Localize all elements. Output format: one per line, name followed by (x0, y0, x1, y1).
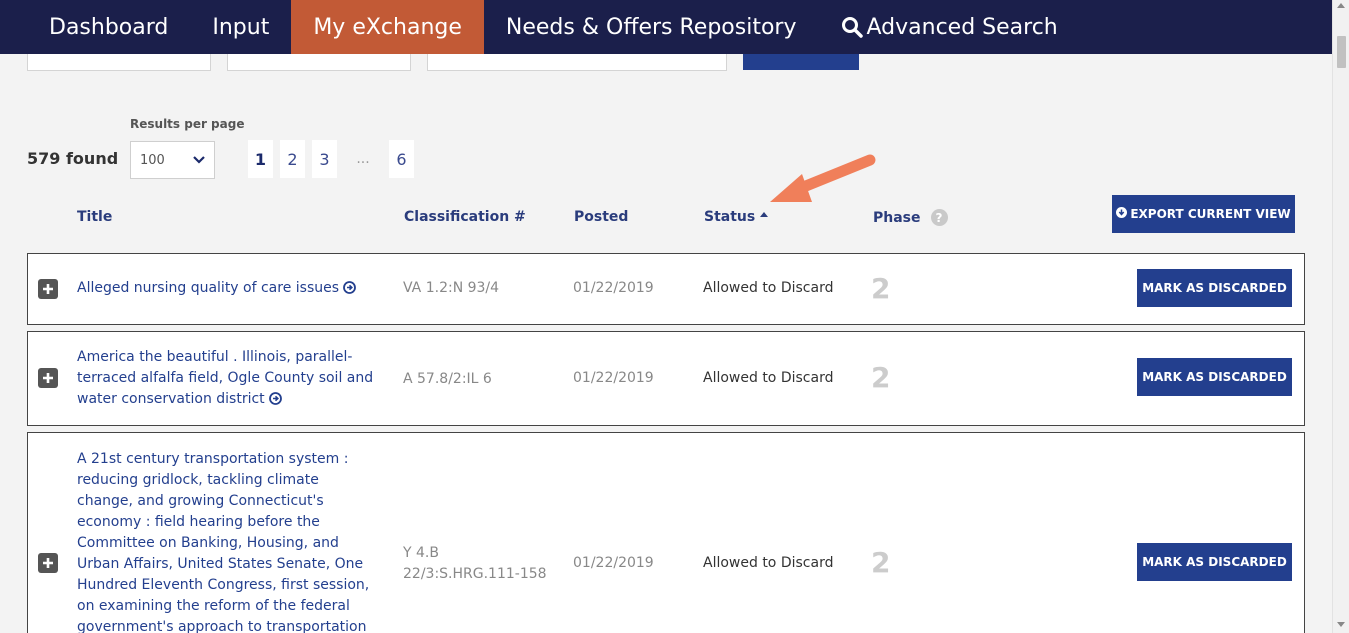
row-posted-date: 01/22/2019 (573, 555, 654, 571)
nav-dashboard[interactable]: Dashboard (0, 0, 190, 54)
row-classification: Y 4.B 22/3:S.HRG.111-158 (403, 545, 547, 582)
nav-advanced-search-label: Advanced Search (866, 14, 1058, 40)
column-header-status-label: Status (704, 209, 756, 225)
row-phase: 2 (871, 272, 891, 305)
mark-as-discarded-button[interactable]: MARK AS DISCARDED (1137, 543, 1292, 581)
row-title-link[interactable]: A 21st century transportation system : r… (77, 449, 377, 633)
page-1[interactable]: 1 (248, 140, 273, 178)
scrollbar-thumb[interactable] (1337, 36, 1346, 68)
row-status: Allowed to Discard (703, 555, 834, 571)
row-posted-date: 01/22/2019 (573, 280, 654, 296)
results-per-page-select[interactable]: 100 (130, 141, 215, 179)
mark-as-discarded-button[interactable]: MARK AS DISCARDED (1137, 358, 1292, 396)
column-header-phase[interactable]: Phase ? (873, 209, 948, 226)
nav-advanced-search[interactable]: Advanced Search (819, 0, 1080, 54)
expand-plus-icon[interactable] (38, 553, 58, 573)
nav-needs-offers-repository[interactable]: Needs & Offers Repository (484, 0, 819, 54)
results-per-page-label: Results per page (130, 117, 245, 131)
page-2[interactable]: 2 (280, 140, 305, 178)
row-classification: A 57.8/2:IL 6 (403, 371, 492, 387)
help-icon[interactable]: ? (930, 209, 948, 226)
top-navigation: Dashboard Input My eXchange Needs & Offe… (0, 0, 1332, 54)
results-per-page-value: 100 (140, 152, 165, 168)
column-header-phase-label: Phase (873, 209, 921, 226)
export-current-view-button[interactable]: EXPORT CURRENT VIEW (1112, 195, 1295, 233)
download-circle-icon (1116, 207, 1128, 221)
expand-plus-icon[interactable] (38, 368, 58, 388)
vertical-scrollbar[interactable] (1332, 0, 1349, 633)
column-header-posted[interactable]: Posted (574, 209, 628, 225)
table-row: Alleged nursing quality of care issues V… (27, 253, 1305, 325)
row-phase: 2 (871, 546, 891, 579)
nav-my-exchange[interactable]: My eXchange (291, 0, 484, 54)
row-posted-date: 01/22/2019 (573, 370, 654, 386)
row-title-text: Alleged nursing quality of care issues (77, 280, 340, 296)
row-status: Allowed to Discard (703, 280, 834, 296)
column-header-title[interactable]: Title (77, 209, 112, 225)
circle-arrow-right-icon (268, 391, 282, 412)
column-header-status[interactable]: Status (704, 209, 769, 225)
table-row: America the beautiful . Illinois, parall… (27, 331, 1305, 426)
scroll-down-arrow-icon[interactable] (1337, 622, 1345, 627)
row-title-text: A 21st century transportation system : r… (77, 451, 370, 633)
results-count: 579 found (27, 149, 119, 168)
expand-plus-icon[interactable] (38, 279, 58, 299)
row-title-link[interactable]: America the beautiful . Illinois, parall… (77, 347, 377, 412)
annotation-arrow-icon (760, 146, 880, 220)
row-title-text: America the beautiful . Illinois, parall… (77, 349, 374, 407)
row-title-link[interactable]: Alleged nursing quality of care issues (77, 278, 377, 301)
scroll-up-arrow-icon[interactable] (1337, 3, 1345, 8)
circle-arrow-right-icon (343, 280, 356, 301)
page-ellipsis: ... (356, 151, 370, 167)
row-classification: VA 1.2:N 93/4 (403, 280, 500, 296)
chevron-down-icon (193, 156, 205, 164)
table-row: A 21st century transportation system : r… (27, 432, 1305, 633)
row-status: Allowed to Discard (703, 370, 834, 386)
nav-input[interactable]: Input (190, 0, 291, 54)
search-icon (841, 16, 863, 38)
column-header-classification[interactable]: Classification # (404, 209, 526, 225)
export-current-view-label: EXPORT CURRENT VIEW (1130, 207, 1291, 221)
page-6[interactable]: 6 (389, 140, 414, 178)
row-phase: 2 (871, 361, 891, 394)
mark-as-discarded-button[interactable]: MARK AS DISCARDED (1137, 269, 1292, 307)
page-3[interactable]: 3 (312, 140, 337, 178)
pagination: 1 2 3 ... 6 (248, 140, 414, 178)
